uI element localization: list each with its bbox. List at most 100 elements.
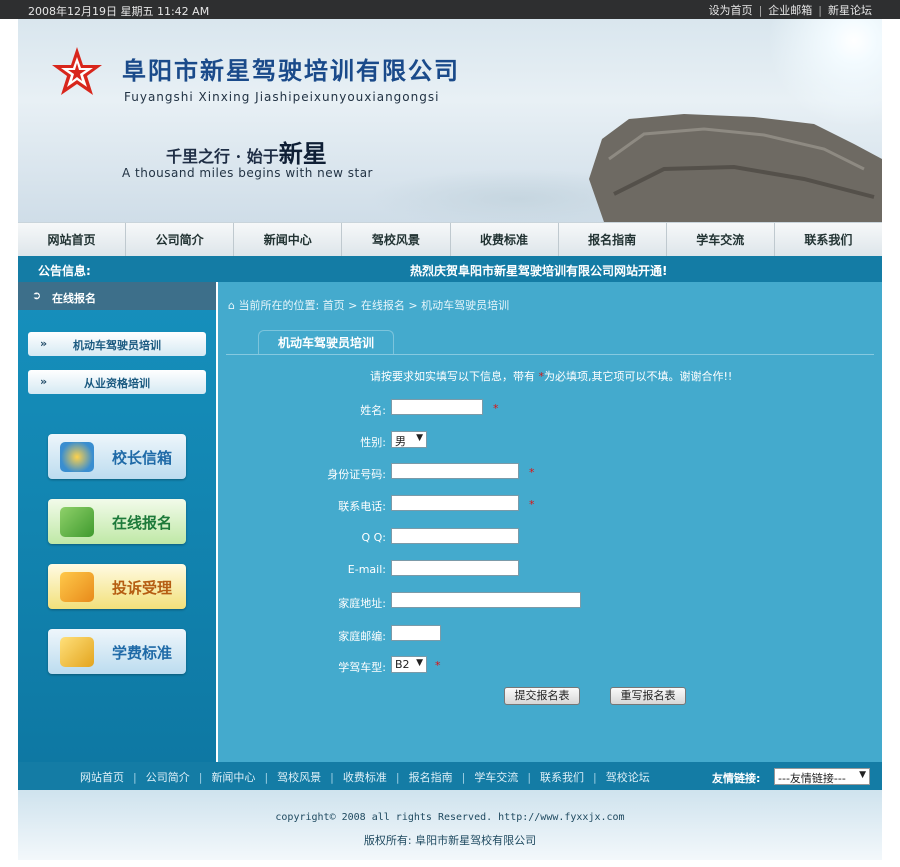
globe-mail-icon <box>60 442 94 472</box>
footer-link-exchange[interactable]: 学车交流 <box>474 771 518 784</box>
phone-label: 联系电话: <box>338 500 386 513</box>
current-date: 2008年12月19日 星期五 11:42 AM <box>28 5 210 18</box>
owner-text: 版权所有: 阜阳市新星驾校有限公司 <box>363 834 537 847</box>
id-number-input[interactable] <box>391 463 519 479</box>
email-input[interactable] <box>391 560 519 576</box>
reset-button[interactable]: 重写报名表 <box>610 687 686 705</box>
footer-link-forum[interactable]: 驾校论坛 <box>606 771 650 784</box>
nav-item-fees[interactable]: 收费标准 <box>451 223 559 257</box>
notice-message[interactable]: 热烈庆贺阜阳市新星驾驶培训有限公司网站开通! <box>410 262 667 279</box>
tile-label: 学费标准 <box>112 644 173 662</box>
field-phone-row: 联系电话: * <box>218 495 882 513</box>
breadcrumb-text: 当前所在的位置: 首页 > 在线报名 > 机动车驾驶员培训 <box>238 299 510 312</box>
pencil-icon <box>60 572 94 602</box>
sidebar-button-label: 从业资格培训 <box>84 377 150 390</box>
field-qq-row: Q Q: <box>218 528 882 546</box>
footer-nav: 网站首页 | 公司简介 | 新闻中心 | 驾校风景 | 收费标准 | 报名指南 | 学车交流 | 联系我们 |… <box>18 762 882 790</box>
footer-links: 网站首页 | 公司简介 | 新闻中心 | 驾校风景 | 收费标准 | 报名指南 | 学车交流 | 联系我们 |… <box>80 771 650 784</box>
tile-tuition-fees[interactable]: 学费标准 <box>48 629 186 674</box>
company-name-en: Fuyangshi Xinxing Jiashipeixunyouxiangon… <box>124 90 440 104</box>
header-banner: 阜阳市新星驾驶培训有限公司 Fuyangshi Xinxing Jiashipe… <box>18 19 882 222</box>
gender-label: 性别: <box>360 436 386 449</box>
cliff-image <box>589 114 882 222</box>
top-link-email[interactable]: 企业邮箱 <box>768 4 812 17</box>
tile-complaints[interactable]: 投诉受理 <box>48 564 186 609</box>
tile-label: 在线报名 <box>112 514 173 532</box>
breadcrumb: ⌂ 当前所在的位置: 首页 > 在线报名 > 机动车驾驶员培训 <box>228 297 509 313</box>
sidebar-button-vehicle-training[interactable]: » 机动车驾驶员培训 <box>28 332 206 356</box>
phone-input[interactable] <box>391 495 519 511</box>
name-input[interactable] <box>391 399 483 415</box>
arrow-circle-icon: ➲ <box>32 289 42 302</box>
notice-bar: 公告信息: 热烈庆贺阜阳市新星驾驶培训有限公司网站开通! <box>18 256 882 282</box>
tile-label: 投诉受理 <box>112 579 173 597</box>
dropdown-arrow-icon: ▼ <box>416 658 423 668</box>
copyright-area: copyright© 2008 all rights Reserved. htt… <box>18 790 882 860</box>
car-type-value: B2 <box>395 658 410 671</box>
submit-button[interactable]: 提交报名表 <box>504 687 580 705</box>
postcode-input[interactable] <box>391 625 441 641</box>
sidebar: ➲ 在线报名 » 机动车驾驶员培训 » 从业资格培训 校长信箱 在线报名 投诉受… <box>18 282 216 762</box>
nav-item-guide[interactable]: 报名指南 <box>559 223 667 257</box>
footer-link-fees[interactable]: 收费标准 <box>343 771 387 784</box>
field-postcode-row: 家庭邮编: <box>218 625 882 643</box>
top-bar: 2008年12月19日 星期五 11:42 AM 设为首页 | 企业邮箱 | 新星论坛 <box>0 0 900 19</box>
dropdown-arrow-icon: ▼ <box>416 433 423 443</box>
tile-online-registration[interactable]: 在线报名 <box>48 499 186 544</box>
cartype-label: 学驾车型: <box>338 661 386 674</box>
nav-item-exchange[interactable]: 学车交流 <box>667 223 775 257</box>
nav-item-about[interactable]: 公司简介 <box>126 223 235 257</box>
main-nav: 网站首页 公司简介 新闻中心 驾校风景 收费标准 报名指南 学车交流 联系我们 <box>18 222 882 257</box>
logo-star-icon <box>52 47 102 95</box>
copyright-text: copyright© 2008 all rights Reserved. htt… <box>275 812 625 823</box>
form-intro: 请按要求如实填写以下信息，带有 *为必填项,其它项可以不填。谢谢合作!! <box>370 368 732 384</box>
nav-item-home[interactable]: 网站首页 <box>18 223 127 257</box>
address-input[interactable] <box>391 592 581 608</box>
notice-label: 公告信息: <box>38 264 91 278</box>
tab-vehicle-training[interactable]: 机动车驾驶员培训 <box>258 330 394 355</box>
footer-link-scenery[interactable]: 驾校风景 <box>277 771 321 784</box>
field-id-row: 身份证号码: * <box>218 463 882 481</box>
slogan-en: A thousand miles begins with new star <box>122 166 373 180</box>
nav-item-contact[interactable]: 联系我们 <box>775 223 882 257</box>
top-link-homepage[interactable]: 设为首页 <box>709 4 753 17</box>
friend-links-select[interactable]: ---友情链接--- ▼ <box>774 768 870 785</box>
sidebar-button-qualification-training[interactable]: » 从业资格培训 <box>28 370 206 394</box>
top-link-forum[interactable]: 新星论坛 <box>828 4 872 17</box>
checklist-icon <box>60 507 94 537</box>
field-name-row: 姓名: * <box>218 399 882 417</box>
required-mark: * <box>493 402 499 415</box>
footer-link-guide[interactable]: 报名指南 <box>409 771 453 784</box>
sidebar-title: 在线报名 <box>52 292 96 305</box>
gender-select[interactable]: 男 ▼ <box>391 431 427 448</box>
footer-link-contact[interactable]: 联系我们 <box>540 771 584 784</box>
slogan-emphasis: 新星 <box>278 139 327 168</box>
slogan-prefix: 千里之行 · 始于 <box>166 147 279 166</box>
nav-item-news[interactable]: 新闻中心 <box>234 223 343 257</box>
tile-label: 校长信箱 <box>112 449 173 467</box>
required-mark: * <box>529 466 535 479</box>
email-label: E-mail: <box>347 563 386 576</box>
id-label: 身份证号码: <box>327 468 386 481</box>
footer-link-about[interactable]: 公司简介 <box>146 771 190 784</box>
tile-principal-mailbox[interactable]: 校长信箱 <box>48 434 186 479</box>
main-content: ⌂ 当前所在的位置: 首页 > 在线报名 > 机动车驾驶员培训 机动车驾驶员培训… <box>218 282 882 762</box>
intro-suffix: 为必填项,其它项可以不填。谢谢合作!! <box>544 370 733 383</box>
footer-link-news[interactable]: 新闻中心 <box>211 771 255 784</box>
address-label: 家庭地址: <box>338 597 386 610</box>
home-icon: ⌂ <box>228 299 235 312</box>
friend-links-value: ---友情链接--- <box>778 772 846 785</box>
qq-input[interactable] <box>391 528 519 544</box>
coins-icon <box>60 637 94 667</box>
company-name-cn: 阜阳市新星驾驶培训有限公司 <box>122 56 460 85</box>
car-type-select[interactable]: B2 ▼ <box>391 656 427 673</box>
nav-item-scenery[interactable]: 驾校风景 <box>342 223 451 257</box>
dropdown-arrow-icon: ▼ <box>859 770 866 780</box>
required-mark: * <box>529 498 535 511</box>
field-cartype-row: 学驾车型: B2 ▼ * <box>218 656 882 674</box>
field-address-row: 家庭地址: <box>218 592 882 610</box>
name-label: 姓名: <box>360 404 386 417</box>
footer-link-home[interactable]: 网站首页 <box>80 771 124 784</box>
sidebar-header: ➲ 在线报名 <box>18 282 216 310</box>
gender-value: 男 <box>395 435 406 448</box>
